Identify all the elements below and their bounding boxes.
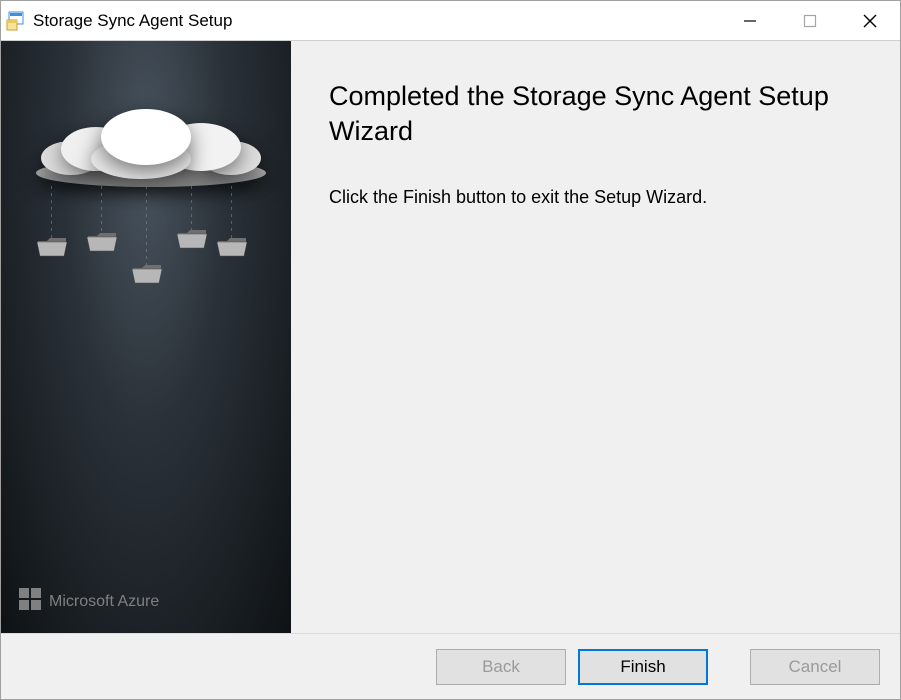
folder-icon	[177, 228, 207, 250]
window-controls	[720, 1, 900, 40]
titlebar: Storage Sync Agent Setup	[1, 1, 900, 41]
instruction-text: Click the Finish button to exit the Setu…	[329, 187, 860, 208]
page-heading: Completed the Storage Sync Agent Setup W…	[329, 79, 860, 149]
folder-icon	[132, 263, 162, 285]
back-button: Back	[436, 649, 566, 685]
folder-icon	[217, 236, 247, 258]
sidebar-graphic: Microsoft Azure	[1, 41, 291, 633]
folder-icon	[87, 231, 117, 253]
finish-button[interactable]: Finish	[578, 649, 708, 685]
azure-brand-label: Microsoft Azure	[49, 593, 159, 611]
installer-window: Storage Sync Agent Setup	[0, 0, 901, 700]
maximize-button	[780, 1, 840, 40]
content-area: Microsoft Azure Completed the Storage Sy…	[1, 41, 900, 633]
cloud-illustration	[1, 41, 291, 301]
installer-icon	[5, 10, 27, 32]
button-bar: Back Finish Cancel	[1, 633, 900, 699]
folder-icon	[37, 236, 67, 258]
sync-line-icon	[146, 186, 147, 271]
close-button[interactable]	[840, 1, 900, 40]
azure-brand: Microsoft Azure	[19, 588, 159, 615]
windows-logo-icon	[19, 588, 41, 615]
main-panel: Completed the Storage Sync Agent Setup W…	[291, 41, 900, 633]
cancel-button: Cancel	[750, 649, 880, 685]
window-title: Storage Sync Agent Setup	[33, 11, 720, 31]
cloud-icon	[21, 101, 271, 191]
minimize-button[interactable]	[720, 1, 780, 40]
